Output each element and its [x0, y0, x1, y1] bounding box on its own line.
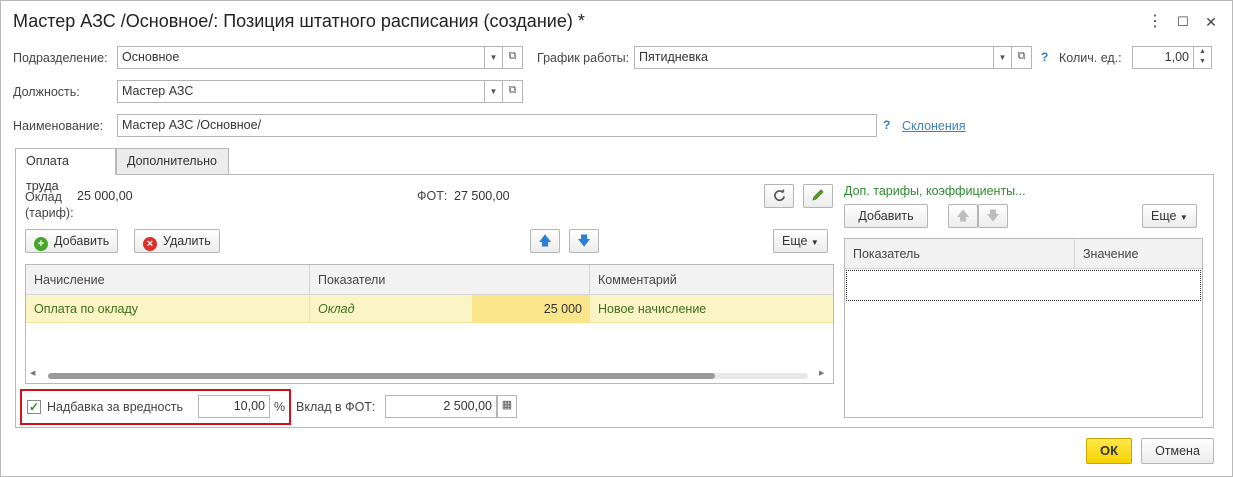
position-dropdown-icon[interactable]: ▼ — [485, 80, 503, 103]
move-up-icon[interactable]: 🡅 — [530, 229, 560, 253]
schedule-dropdown-icon[interactable]: ▼ — [994, 46, 1012, 69]
horizontal-scrollbar[interactable] — [48, 373, 808, 379]
delete-accrual-button[interactable]: × Удалить — [134, 229, 220, 253]
hazard-label: Надбавка за вредность — [47, 400, 183, 414]
schedule-help-icon[interactable]: ? — [1041, 50, 1048, 64]
name-input[interactable]: Мастер АЗС /Основное/ — [117, 114, 877, 137]
calculator-icon[interactable]: ▦ — [497, 395, 517, 418]
maximize-icon[interactable]: ☐ — [1173, 11, 1193, 33]
name-label: Наименование: — [13, 119, 104, 133]
fot-value: 27 500,00 — [454, 189, 510, 203]
tariff-more-button[interactable]: Еще ▼ — [1142, 204, 1197, 228]
cell-comment: Новое начисление — [598, 302, 707, 316]
chevron-down-icon: ▼ — [810, 238, 819, 247]
cell-accrual: Оплата по окладу — [26, 295, 310, 323]
salary-value: 25 000,00 — [77, 189, 133, 203]
subdivision-input[interactable]: Основное — [117, 46, 485, 69]
accruals-table: Начисление Показатели Комментарий Оплата… — [25, 264, 834, 384]
position-input[interactable]: Мастер АЗС — [117, 80, 485, 103]
contribution-label: Вклад в ФОТ: — [296, 400, 376, 414]
scroll-right-icon[interactable]: ▶ — [819, 369, 824, 377]
subdivision-dropdown-icon[interactable]: ▼ — [485, 46, 503, 69]
scrollbar-thumb[interactable] — [48, 373, 715, 379]
plus-icon: + — [34, 237, 48, 251]
chevron-down-icon: ▼ — [1179, 213, 1188, 222]
units-input[interactable]: 1,00 — [1132, 46, 1194, 69]
extra-tariffs-title: Доп. тарифы, коэффициенты... — [844, 184, 1026, 198]
dialog-window: Мастер АЗС /Основное/: Позиция штатного … — [0, 0, 1233, 477]
column-value[interactable]: Значение — [1075, 239, 1202, 269]
tab-additional[interactable]: Дополнительно — [116, 148, 229, 175]
position-label: Должность: — [13, 85, 80, 99]
delete-icon: × — [143, 237, 157, 251]
table-row[interactable]: Оплата по окладу Оклад 25 000 Новое начи… — [26, 295, 833, 323]
declension-link[interactable]: Склонения — [902, 119, 966, 133]
pay-more-button[interactable]: Еще ▼ — [773, 229, 828, 253]
scroll-left-icon[interactable]: ◀ — [30, 369, 35, 377]
table-header: Начисление Показатели Комментарий — [26, 265, 833, 295]
schedule-open-icon[interactable]: ⧉ — [1012, 46, 1032, 69]
tariff-move-down-icon: 🡇 — [978, 204, 1008, 228]
hazard-checkbox[interactable]: ✓ — [27, 400, 41, 414]
refresh-icon[interactable] — [764, 184, 794, 208]
subdivision-open-icon[interactable]: ⧉ — [503, 46, 523, 69]
column-indicators[interactable]: Показатели — [310, 265, 590, 295]
units-stepper[interactable]: ▲ ▼ — [1194, 46, 1212, 69]
tab-pay[interactable]: Оплата труда — [15, 148, 116, 193]
cell-amount[interactable]: 25 000 — [472, 295, 590, 323]
more-icon[interactable]: ⋮ — [1145, 11, 1165, 33]
hazard-input[interactable]: 10,00 — [198, 395, 270, 418]
close-icon[interactable]: ✕ — [1201, 11, 1221, 33]
subdivision-label: Подразделение: — [13, 51, 108, 65]
contribution-input: 2 500,00 — [385, 395, 497, 418]
name-help-icon[interactable]: ? — [883, 118, 890, 132]
table-row[interactable] — [846, 270, 1201, 301]
add-accrual-button[interactable]: + Добавить — [25, 229, 119, 253]
add-tariff-button[interactable]: Добавить — [844, 204, 928, 228]
schedule-label: График работы: — [537, 51, 630, 65]
column-accrual[interactable]: Начисление — [26, 265, 310, 295]
schedule-input[interactable]: Пятидневка — [634, 46, 994, 69]
table-header: Показатель Значение — [845, 239, 1202, 269]
move-down-icon[interactable]: 🡇 — [569, 229, 599, 253]
window-title: Мастер АЗС /Основное/: Позиция штатного … — [13, 11, 585, 31]
edit-icon[interactable] — [803, 184, 833, 208]
ok-button[interactable]: ОК — [1086, 438, 1132, 464]
column-comment[interactable]: Комментарий — [590, 265, 833, 295]
cancel-button[interactable]: Отмена — [1141, 438, 1214, 464]
position-open-icon[interactable]: ⧉ — [503, 80, 523, 103]
units-label: Колич. ед.: — [1059, 51, 1122, 65]
tariffs-table: Показатель Значение — [844, 238, 1203, 418]
tariff-move-up-icon: 🡅 — [948, 204, 978, 228]
column-indicator[interactable]: Показатель — [845, 239, 1075, 269]
percent-sign: % — [274, 400, 286, 414]
cell-indicator: Оклад — [318, 302, 355, 316]
fot-label: ФОТ: — [417, 189, 448, 203]
